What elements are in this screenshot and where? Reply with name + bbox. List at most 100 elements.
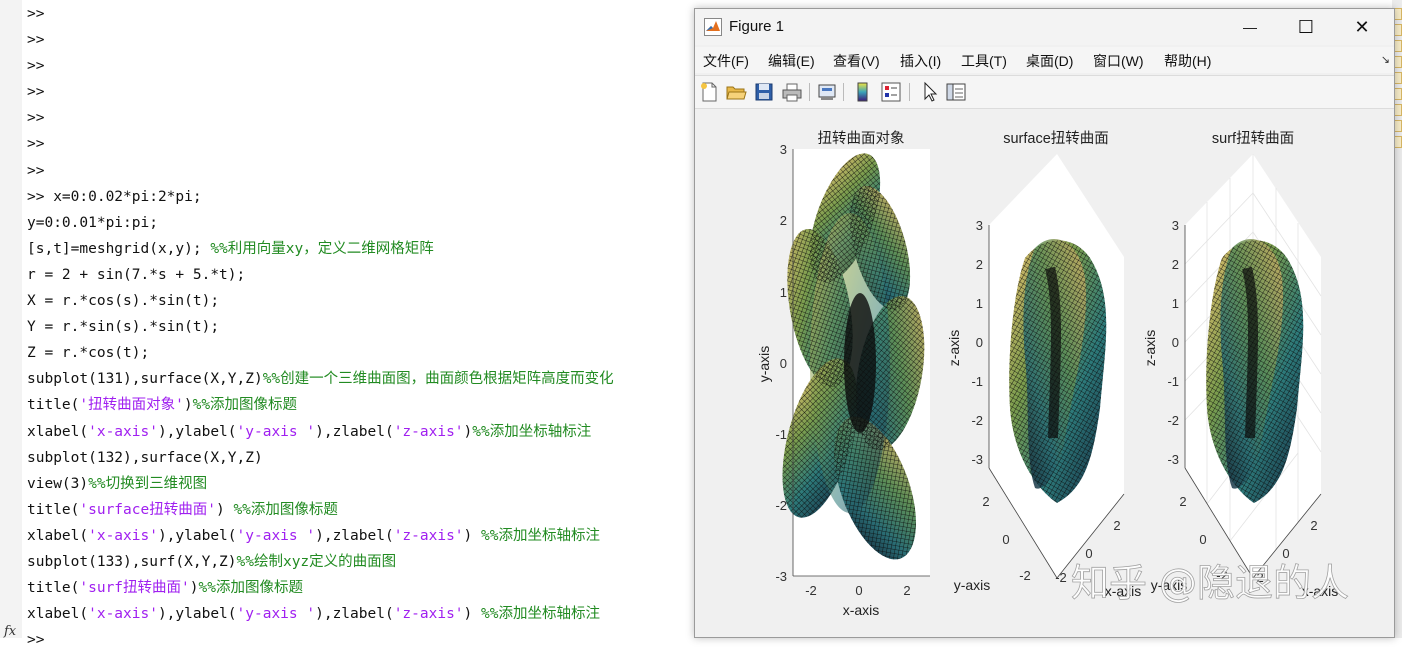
command-line[interactable]: >> [27,160,694,186]
code-text: ),ylabel( [157,423,237,440]
z-tick-label: 0 [1172,335,1179,350]
file-icon[interactable] [1394,72,1402,84]
toolbar-separator [843,83,844,101]
command-line[interactable]: y=0:0.01*pi:pi; [27,212,694,238]
file-icon[interactable] [1394,104,1402,116]
y-tick-label: 0 [780,356,787,371]
command-line[interactable]: >> [27,629,694,655]
command-line[interactable]: >> [27,55,694,81]
minimize-button[interactable]: — [1222,9,1278,45]
code-string: '扭转曲面对象' [79,397,184,414]
print-icon[interactable] [781,81,803,103]
menu-edit[interactable]: 编辑(E) [768,51,815,71]
command-line[interactable]: >> [27,3,694,29]
menu-window[interactable]: 窗口(W) [1093,51,1144,71]
file-icon[interactable] [1394,24,1402,36]
command-line[interactable]: >> [27,81,694,107]
command-window[interactable]: >> >> >> >> >> >> >> >> x=0:0.02*pi:2*pi; y=0:0.… [0,0,694,648]
figure-window[interactable]: Figure 1 — ☐ ✕ 文件(F) 编辑(E) 查看(V) 插入(I) 工… [694,8,1395,638]
code-text: X = r.*cos(s).*sin(t); [27,293,220,310]
command-line[interactable]: X = r.*cos(s).*sin(t); [27,290,694,316]
open-file-icon[interactable] [725,81,747,103]
code-text: xlabel( [27,606,89,623]
file-icon[interactable] [1394,8,1402,20]
code-comment: %%添加图像标题 [198,580,303,597]
file-icon[interactable] [1394,120,1402,132]
code-string: 'y-axis ' [236,527,316,544]
y-tick-label: 1 [780,285,787,300]
code-text: ),ylabel( [157,527,237,544]
property-editor-icon[interactable] [945,81,967,103]
new-figure-icon[interactable] [698,81,720,103]
figure-titlebar[interactable]: Figure 1 — ☐ ✕ [695,9,1394,45]
y-tick-label: -3 [775,569,787,584]
subplot-title: 扭转曲面对象 [818,130,905,147]
subplot-3[interactable]: surf扭转曲面 3 2 1 0 -1 -2 -3 2 0 -2 2 0 -2 … [1142,130,1338,599]
dock-arrow-icon[interactable]: ↘ [1381,53,1390,66]
code-text: subplot(133),surf(X,Y,Z) [27,553,237,570]
code-text: subplot(131),surface(X,Y,Z) [27,371,263,388]
command-history[interactable]: >> >> >> >> >> >> >> >> x=0:0.02*pi:2*pi; y=0:0.… [27,3,694,655]
command-line[interactable]: r = 2 + sin(7.*s + 5.*t); [27,264,694,290]
close-button[interactable]: ✕ [1334,9,1390,45]
menu-help[interactable]: 帮助(H) [1164,51,1211,71]
code-text: title( [27,501,80,518]
file-icon[interactable] [1394,136,1402,148]
colorbar-icon[interactable] [852,81,874,103]
command-line[interactable]: Z = r.*cos(t); [27,342,694,368]
code-string: 'z-axis' [393,606,464,623]
menu-file[interactable]: 文件(F) [703,51,749,71]
maximize-button[interactable]: ☐ [1278,9,1334,45]
command-line[interactable]: title('surface扭转曲面') %%添加图像标题 [27,499,694,525]
command-line[interactable]: xlabel('x-axis'),ylabel('y-axis '),zlabe… [27,421,694,447]
x-axis-label: x-axis [843,602,880,618]
code-comment: %%添加坐标轴标注 [481,606,600,623]
save-icon[interactable] [753,81,775,103]
code-text: ) [463,606,481,623]
menu-insert[interactable]: 插入(I) [900,51,941,71]
z-tick-label: -1 [971,374,983,389]
command-line[interactable]: Y = r.*sin(s).*sin(t); [27,316,694,342]
print-preview-icon[interactable] [816,81,838,103]
code-text: xlabel( [27,423,89,440]
command-line[interactable]: title('surf扭转曲面')%%添加图像标题 [27,577,694,603]
x-tick-label: -2 [805,583,817,598]
command-line[interactable]: xlabel('x-axis'),ylabel('y-axis '),zlabe… [27,603,694,629]
subplot-2[interactable]: surface扭转曲面 3 2 1 0 -1 -2 -3 2 0 -2 2 0 … [946,130,1141,599]
menu-view[interactable]: 查看(V) [833,51,880,71]
command-line[interactable]: [s,t]=meshgrid(x,y); %%利用向量xy，定义二维网格矩阵 [27,238,694,264]
pointer-icon[interactable] [918,81,940,103]
command-line[interactable]: >> [27,29,694,55]
code-comment: %%创建一个三维曲面图，曲面颜色根据矩阵高度而变化 [262,371,614,388]
command-line[interactable]: subplot(133),surf(X,Y,Z)%%绘制xyz定义的曲面图 [27,551,694,577]
command-line[interactable]: xlabel('x-axis'),ylabel('y-axis '),zlabe… [27,525,694,551]
command-line[interactable]: >> [27,107,694,133]
fx-icon[interactable]: fx [4,624,16,639]
file-icon[interactable] [1394,40,1402,52]
command-line[interactable]: title('扭转曲面对象')%%添加图像标题 [27,394,694,420]
code-text: ),ylabel( [157,606,237,623]
menu-tools[interactable]: 工具(T) [961,51,1007,71]
file-icon[interactable] [1394,56,1402,68]
menu-desktop[interactable]: 桌面(D) [1026,51,1073,71]
command-line[interactable]: subplot(132),surface(X,Y,Z) [27,447,694,473]
code-comment: %%添加坐标轴标注 [481,527,600,544]
command-line[interactable]: >> x=0:0.02*pi:2*pi; [27,186,694,212]
z-tick-label: 2 [1172,257,1179,272]
command-line[interactable]: >> [27,133,694,159]
maximize-icon: ☐ [1297,16,1315,37]
y-tick-label: -2 [1019,568,1031,583]
file-icon[interactable] [1394,88,1402,100]
z-tick-label: 3 [976,218,983,233]
x-tick-label: 0 [855,583,862,598]
figure-canvas[interactable]: 扭转曲面对象 3 2 1 0 -1 -2 -3 -2 0 2 x-axis y-… [695,108,1394,637]
x-tick-label: 2 [1113,518,1120,533]
code-text: ) [215,501,234,518]
figure-title: Figure 1 [729,18,785,35]
legend-icon[interactable] [880,81,902,103]
command-line[interactable]: view(3)%%切换到三维视图 [27,473,694,499]
matlab-logo-icon [704,18,722,36]
command-line[interactable]: subplot(131),surface(X,Y,Z)%%创建一个三维曲面图，曲… [27,368,694,394]
code-text: >> [27,58,45,75]
subplot-1[interactable]: 扭转曲面对象 3 2 1 0 -1 -2 -3 -2 0 2 x-axis y-… [756,130,935,618]
